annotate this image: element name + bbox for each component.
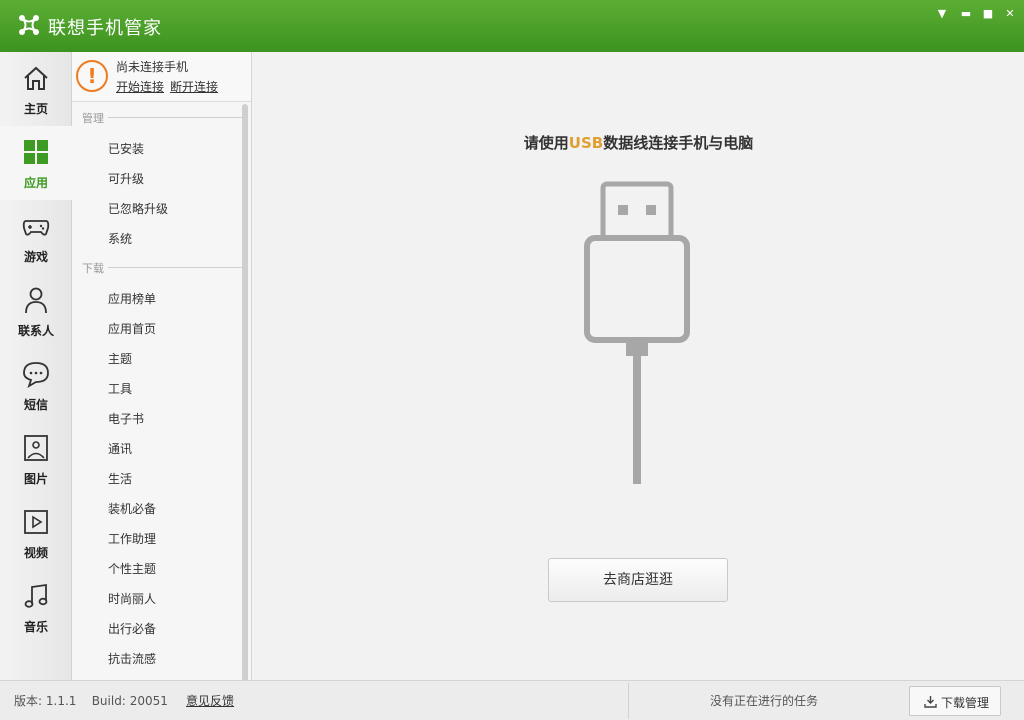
instruction-prefix: 请使用 <box>523 134 569 152</box>
nav-label: 视频 <box>23 546 48 560</box>
music-note-icon <box>24 583 48 608</box>
nav-label: 音乐 <box>23 620 48 634</box>
category-item-app-home[interactable]: 应用首页 <box>108 320 156 337</box>
download-icon <box>924 696 937 708</box>
title-bar: 联想手机管家 ▼ ▬ ■ ✕ <box>0 0 1024 52</box>
nav-music[interactable]: 音乐 <box>0 570 72 644</box>
category-item-app-ranking[interactable]: 应用榜单 <box>108 290 156 307</box>
nav-label: 图片 <box>23 472 48 486</box>
contact-person-icon <box>25 287 47 314</box>
status-bar: 版本: 1.1.1 Build: 20051 意见反馈 没有正在进行的任务 下载… <box>0 680 1024 720</box>
usb-cable-icon <box>584 181 690 484</box>
nav-contacts[interactable]: 联系人 <box>0 274 72 348</box>
download-manager-label: 下载管理 <box>941 696 990 710</box>
version-info: 版本: 1.1.1 Build: 20051 <box>14 692 168 709</box>
nav-label: 联系人 <box>17 324 54 338</box>
maximize-icon[interactable]: ■ <box>980 6 996 22</box>
disconnect-link[interactable]: 断开连接 <box>170 78 218 95</box>
nav-pictures[interactable]: 图片 <box>0 422 72 496</box>
feedback-link[interactable]: 意见反馈 <box>186 692 234 709</box>
main-content: 请使用USB数据线连接手机与电脑 去商店逛逛 <box>253 52 1024 680</box>
category-item-system[interactable]: 系统 <box>108 230 132 247</box>
category-item-ebooks[interactable]: 电子书 <box>108 410 144 427</box>
category-item-life[interactable]: 生活 <box>108 470 132 487</box>
category-item-upgradable[interactable]: 可升级 <box>108 170 144 187</box>
apps-grid-icon <box>24 140 48 164</box>
build-value: 20051 <box>129 694 168 708</box>
nav-videos[interactable]: 视频 <box>0 496 72 570</box>
nav-label: 主页 <box>23 102 48 116</box>
version-label: 版本: <box>14 694 43 708</box>
minimize-icon[interactable]: ▬ <box>958 6 974 22</box>
nav-home[interactable]: 主页 <box>0 52 72 126</box>
app-logo-icon <box>19 15 39 35</box>
nav-label: 应用 <box>23 176 48 190</box>
category-item-travel[interactable]: 出行必备 <box>108 620 156 637</box>
picture-icon <box>24 435 48 461</box>
category-item-communication[interactable]: 通讯 <box>108 440 132 457</box>
go-to-store-button[interactable]: 去商店逛逛 <box>548 558 728 602</box>
nav-games[interactable]: 游戏 <box>0 200 72 274</box>
warning-icon: ! <box>76 60 108 92</box>
close-icon[interactable]: ✕ <box>1002 6 1018 22</box>
connection-status-box: ! 尚未连接手机 开始连接 断开连接 <box>72 52 251 102</box>
build-label: Build: <box>91 694 126 708</box>
section-header-manage: 管理 <box>82 112 104 125</box>
category-item-installed[interactable]: 已安装 <box>108 140 144 157</box>
download-manager-button[interactable]: 下载管理 <box>909 686 1001 716</box>
nav-label: 游戏 <box>23 250 48 264</box>
nav-label: 短信 <box>23 398 48 412</box>
message-bubble-icon <box>23 362 49 388</box>
category-item-ignored-upgrades[interactable]: 已忽略升级 <box>108 200 168 217</box>
connect-instruction: 请使用USB数据线连接手机与电脑 <box>253 132 1024 153</box>
home-icon <box>24 66 48 90</box>
instruction-usb-highlight: USB <box>568 134 604 152</box>
version-value: 1.1.1 <box>45 694 77 708</box>
section-divider <box>108 267 242 268</box>
app-title: 联想手机管家 <box>48 18 162 39</box>
connect-link[interactable]: 开始连接 <box>116 78 164 95</box>
category-item-fashion[interactable]: 时尚丽人 <box>108 590 156 607</box>
category-item-personal-themes[interactable]: 个性主题 <box>108 560 156 577</box>
nav-messages[interactable]: 短信 <box>0 348 72 422</box>
category-scrollbar[interactable] <box>242 104 248 710</box>
category-item-anti-flu[interactable]: 抗击流感 <box>108 650 156 667</box>
category-item-themes[interactable]: 主题 <box>108 350 132 367</box>
category-item-work-assistant[interactable]: 工作助理 <box>108 530 156 547</box>
task-status: 没有正在进行的任务 <box>710 694 819 708</box>
connection-status-text: 尚未连接手机 <box>116 60 189 74</box>
menu-dropdown-icon[interactable]: ▼ <box>934 6 950 22</box>
instruction-suffix: 数据线连接手机与电脑 <box>603 134 754 152</box>
category-panel: ! 尚未连接手机 开始连接 断开连接 管理 已安装 可升级 已忽略升级 系统 下… <box>72 52 252 710</box>
category-item-tools[interactable]: 工具 <box>108 380 132 397</box>
left-nav: 主页 应用 游戏 联系人 短信 图片 视频 音乐 <box>0 52 72 680</box>
status-divider <box>628 683 629 719</box>
category-item-essentials[interactable]: 装机必备 <box>108 500 156 517</box>
video-play-icon <box>24 510 48 534</box>
gamepad-icon <box>22 220 50 236</box>
section-divider <box>108 117 242 118</box>
section-header-download: 下载 <box>82 262 104 275</box>
nav-apps[interactable]: 应用 <box>0 126 72 200</box>
